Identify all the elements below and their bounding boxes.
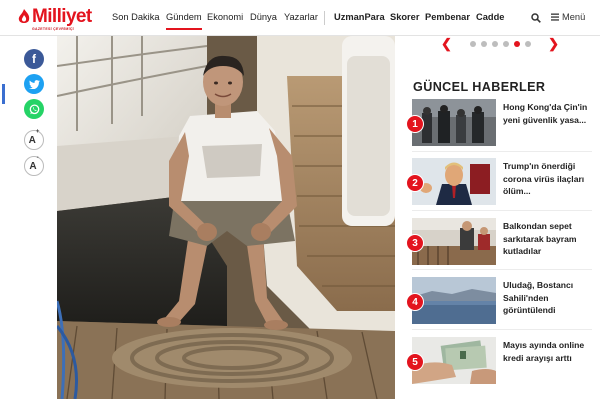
twitter-icon bbox=[28, 79, 40, 89]
facebook-share-button[interactable]: f bbox=[24, 49, 44, 69]
section-title-guncel-haberler: GÜNCEL HABERLER bbox=[413, 80, 546, 94]
news-rank-badge: 5 bbox=[406, 353, 424, 371]
menu-button[interactable]: Menü bbox=[551, 12, 585, 22]
search-icon[interactable] bbox=[531, 13, 541, 23]
hamburger-menu-icon bbox=[551, 13, 559, 21]
news-thumbnail[interactable] bbox=[412, 158, 496, 205]
whatsapp-share-button[interactable] bbox=[24, 99, 44, 119]
nav-pembenar[interactable]: Pembenar bbox=[425, 12, 470, 22]
nav-divider bbox=[324, 11, 325, 25]
news-thumbnail[interactable] bbox=[412, 99, 496, 146]
news-item[interactable]: 2 Trump'ın önerdiği corona virüs ilaçlar… bbox=[406, 158, 592, 208]
balcony-celebration-image bbox=[412, 218, 496, 265]
uludag-sea-view-image bbox=[412, 277, 496, 324]
nav-skorer[interactable]: Skorer bbox=[390, 12, 419, 22]
news-item[interactable]: 3 Balkondan sepet sarkıtarak bayram kutl… bbox=[406, 218, 592, 268]
nav-gundem[interactable]: Gündem bbox=[166, 12, 202, 30]
font-decrease-icon: A- bbox=[29, 154, 39, 172]
chevron-right-icon[interactable]: ❯ bbox=[548, 36, 559, 52]
pager-dots bbox=[469, 41, 531, 47]
news-rank-badge: 1 bbox=[406, 115, 424, 133]
news-divider bbox=[412, 329, 592, 330]
pager-dot-5[interactable] bbox=[513, 41, 520, 47]
scroll-accent bbox=[2, 84, 5, 104]
pager-dot-4[interactable] bbox=[502, 41, 509, 47]
news-title[interactable]: Mayıs ayında online kredi arayışı arttı bbox=[503, 339, 589, 364]
font-increase-icon: A + bbox=[28, 128, 40, 146]
twitter-share-button[interactable] bbox=[24, 74, 44, 94]
news-item[interactable]: 5 Mayıs ayında online kredi arayışı artt… bbox=[406, 337, 592, 387]
nav-uzmanpara[interactable]: UzmanPara bbox=[334, 12, 385, 22]
news-title[interactable]: Balkondan sepet sarkıtarak bayram kutlad… bbox=[503, 220, 589, 258]
nav-ekonomi[interactable]: Ekonomi bbox=[207, 12, 243, 22]
whatsapp-icon bbox=[29, 103, 39, 114]
font-decrease-button[interactable]: A- bbox=[24, 154, 44, 176]
news-title[interactable]: Hong Kong'da Çin'in yeni güvenlik yasa..… bbox=[503, 101, 589, 126]
nav-cadde[interactable]: Cadde bbox=[476, 12, 504, 22]
money-in-hands-image bbox=[412, 337, 496, 384]
page-margin bbox=[592, 36, 600, 403]
nav-yazarlar[interactable]: Yazarlar bbox=[284, 12, 318, 22]
font-increase-button[interactable]: A + bbox=[24, 128, 44, 150]
news-divider bbox=[412, 269, 592, 270]
pager-dot-2[interactable] bbox=[480, 41, 487, 47]
chevron-left-icon[interactable]: ❮ bbox=[441, 36, 452, 52]
logo-tagline: GAZETESİ ÇEVRİMİÇİ bbox=[32, 27, 74, 31]
news-thumbnail[interactable] bbox=[412, 337, 496, 384]
nav-dunya[interactable]: Dünya bbox=[250, 12, 277, 22]
news-thumbnail[interactable] bbox=[412, 277, 496, 324]
logo-text: Milliyet bbox=[32, 6, 92, 27]
news-divider bbox=[412, 210, 592, 211]
news-title[interactable]: Trump'ın önerdiği corona virüs ilaçları … bbox=[503, 160, 589, 198]
menu-label: Menü bbox=[562, 12, 586, 22]
news-thumbnail[interactable] bbox=[412, 218, 496, 265]
site-header: Milliyet GAZETESİ ÇEVRİMİÇİ Son Dakika G… bbox=[0, 0, 600, 36]
hong-kong-protest-image bbox=[412, 99, 496, 146]
news-rank-badge: 2 bbox=[406, 174, 424, 192]
news-rank-badge: 3 bbox=[406, 234, 424, 252]
milliyet-logo[interactable]: Milliyet GAZETESİ ÇEVRİMİÇİ bbox=[18, 6, 92, 31]
news-item[interactable]: 1 Hong Kong'da Çin'in yeni güvenlik yasa… bbox=[406, 99, 592, 149]
pager-dot-6[interactable] bbox=[524, 41, 531, 47]
man-sitting-on-boat-image bbox=[57, 36, 395, 399]
news-item[interactable]: 4 Uludağ, Bostancı Sahili'nden görüntüle… bbox=[406, 277, 592, 327]
facebook-icon: f bbox=[32, 52, 36, 66]
gallery-pager: ❮ ❯ bbox=[441, 36, 559, 52]
flame-logo-icon bbox=[18, 9, 30, 23]
news-divider bbox=[412, 151, 592, 152]
news-title[interactable]: Uludağ, Bostancı Sahili'nden görüntülend… bbox=[503, 279, 589, 317]
nav-son-dakika[interactable]: Son Dakika bbox=[112, 12, 160, 22]
article-main-photo bbox=[57, 36, 395, 399]
pager-dot-3[interactable] bbox=[491, 41, 498, 47]
trump-speaking-image bbox=[412, 158, 496, 205]
pager-dot-1[interactable] bbox=[469, 41, 476, 47]
news-rank-badge: 4 bbox=[406, 293, 424, 311]
